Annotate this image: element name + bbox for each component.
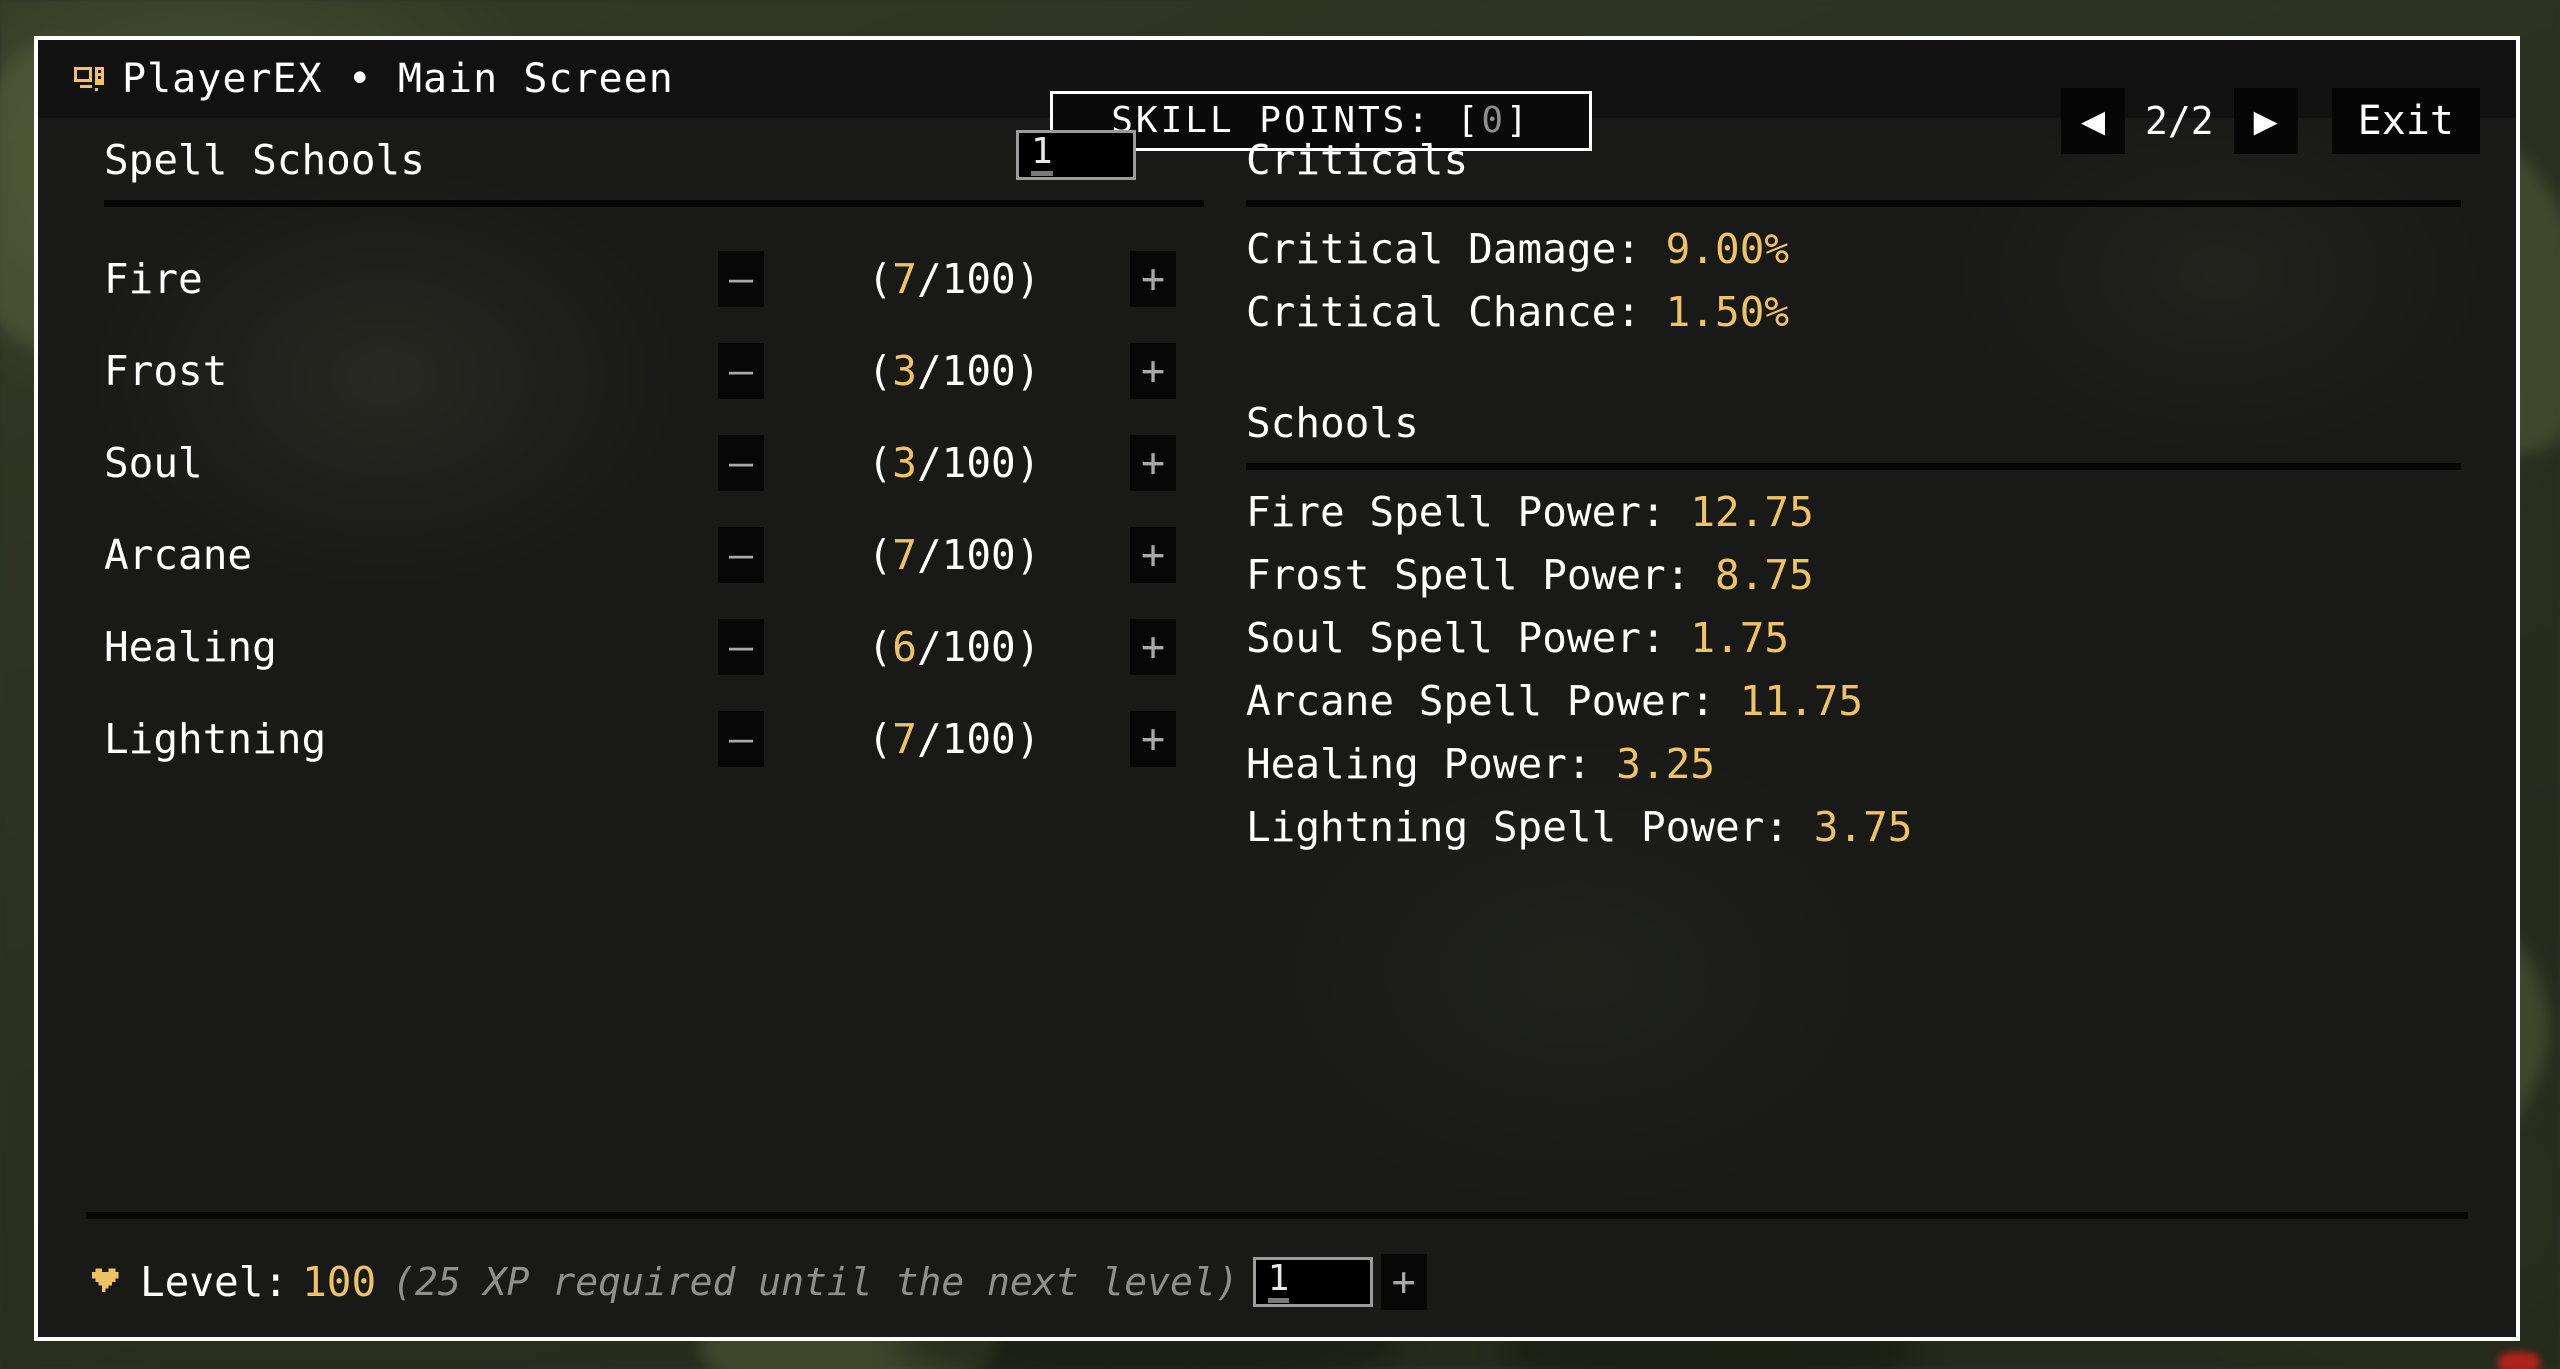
decrement-button[interactable]: – — [718, 711, 764, 767]
stat-value: 1.75 — [1690, 614, 1790, 662]
skill-count: (6/100) — [867, 622, 1041, 671]
stat-value: 8.75 — [1715, 551, 1814, 599]
skill-current: 3 — [892, 438, 917, 487]
schools-title: Schools — [1246, 399, 1419, 447]
stat-line: Critical Chance: 1.50% — [1246, 292, 2461, 333]
skill-current: 6 — [892, 622, 917, 671]
skill-row: Healing – (6/100) + — [104, 601, 1204, 693]
stat-value: 1.50% — [1665, 288, 1790, 336]
increment-button[interactable]: + — [1130, 527, 1176, 583]
decrement-button[interactable]: – — [718, 251, 764, 307]
skill-name: Arcane — [104, 530, 253, 579]
skill-row: Fire – (7/100) + — [104, 233, 1204, 325]
skill-count: (3/100) — [867, 346, 1041, 395]
stat-value: 9.00% — [1665, 225, 1790, 273]
skill-current: 7 — [892, 530, 917, 579]
skill-max: 100 — [941, 346, 1016, 395]
skill-current: 3 — [892, 346, 917, 395]
spell-school-amount-value: 1 — [1031, 134, 1053, 176]
decrement-button[interactable]: – — [718, 619, 764, 675]
level-increment-button[interactable]: + — [1380, 1254, 1427, 1310]
skill-max: 100 — [941, 530, 1016, 579]
skill-count: (3/100) — [867, 438, 1041, 487]
increment-button[interactable]: + — [1130, 343, 1176, 399]
heart-icon — [92, 1268, 140, 1296]
increment-button[interactable]: + — [1130, 251, 1176, 307]
skill-count: (7/100) — [867, 714, 1041, 763]
stat-label: Healing Power: — [1246, 740, 1617, 788]
skill-name: Healing — [104, 622, 277, 671]
spell-school-amount-input[interactable]: 1 — [1016, 130, 1136, 180]
level-bar: Level: 100 (25 XP required until the nex… — [38, 1227, 2516, 1337]
stat-value: 11.75 — [1739, 677, 1864, 725]
stat-line: Arcane Spell Power: 11.75 — [1246, 681, 2461, 722]
stat-label: Soul Spell Power: — [1246, 614, 1691, 662]
criticals-title: Criticals — [1246, 136, 1469, 184]
stat-label: Critical Chance: — [1246, 288, 1666, 336]
decrement-button[interactable]: – — [718, 435, 764, 491]
increment-button[interactable]: + — [1130, 619, 1176, 675]
window-title: PlayerEX • Main Screen — [122, 56, 674, 102]
skill-name: Frost — [104, 346, 228, 395]
spell-schools-panel: Spell Schools 1 Fire – (7/100) + Frost –… — [104, 118, 1204, 785]
skill-max: 100 — [941, 622, 1016, 671]
stats-panel: Criticals Critical Damage: 9.00% Critica… — [1246, 118, 2461, 848]
schools-divider — [1246, 463, 2461, 470]
stat-line: Lightning Spell Power: 3.75 — [1246, 807, 2461, 848]
skill-row: Soul – (3/100) + — [104, 417, 1204, 509]
level-amount-value: 1 — [1267, 1261, 1290, 1303]
skill-count: (7/100) — [867, 530, 1041, 579]
skill-name: Soul — [104, 438, 203, 487]
stat-value: 12.75 — [1690, 488, 1814, 536]
skill-max: 100 — [941, 438, 1016, 487]
stat-line: Soul Spell Power: 1.75 — [1246, 618, 2461, 659]
skill-current: 7 — [892, 254, 917, 303]
spell-schools-divider — [104, 200, 1204, 207]
skill-max: 100 — [941, 714, 1016, 763]
criticals-divider — [1246, 200, 2461, 207]
decrement-button[interactable]: – — [718, 527, 764, 583]
stat-line: Fire Spell Power: 12.75 — [1246, 492, 2461, 533]
decrement-button[interactable]: – — [718, 343, 764, 399]
monitor-icon — [74, 64, 104, 94]
stat-label: Critical Damage: — [1246, 225, 1666, 273]
xp-requirement-note: (25 XP required until the next level) — [392, 1260, 1239, 1304]
skill-row: Frost – (3/100) + — [104, 325, 1204, 417]
level-amount-input[interactable]: 1 — [1252, 1257, 1373, 1307]
level-label: Level: — [140, 1257, 289, 1306]
skill-name: Fire — [104, 254, 203, 303]
skill-current: 7 — [892, 714, 917, 763]
stat-value: 3.75 — [1813, 803, 1913, 851]
content-area: Spell Schools 1 Fire – (7/100) + Frost –… — [38, 118, 2516, 1337]
stat-line: Frost Spell Power: 8.75 — [1246, 555, 2461, 596]
skill-count: (7/100) — [867, 254, 1041, 303]
stat-label: Arcane Spell Power: — [1246, 677, 1740, 725]
stat-label: Lightning Spell Power: — [1246, 803, 1814, 851]
stat-line: Healing Power: 3.25 — [1246, 744, 2461, 785]
stat-value: 3.25 — [1616, 740, 1716, 788]
skill-max: 100 — [941, 254, 1016, 303]
increment-button[interactable]: + — [1130, 435, 1176, 491]
stat-line: Critical Damage: 9.00% — [1246, 229, 2461, 270]
level-value: 100 — [302, 1257, 377, 1306]
footer-divider — [86, 1212, 2468, 1219]
playerex-window: PlayerEX • Main Screen SKILL POINTS: [0]… — [34, 36, 2520, 1341]
skill-name: Lightning — [104, 714, 327, 763]
spell-schools-title: Spell Schools — [104, 136, 425, 184]
spell-schools-header: Spell Schools 1 — [104, 130, 1204, 186]
skill-row: Arcane – (7/100) + — [104, 509, 1204, 601]
skill-row: Lightning – (7/100) + — [104, 693, 1204, 785]
increment-button[interactable]: + — [1130, 711, 1176, 767]
stat-label: Fire Spell Power: — [1246, 488, 1691, 536]
title-bar: PlayerEX • Main Screen SKILL POINTS: [0]… — [38, 40, 2516, 154]
stat-label: Frost Spell Power: — [1246, 551, 1715, 599]
title-group: PlayerEX • Main Screen — [38, 59, 674, 99]
